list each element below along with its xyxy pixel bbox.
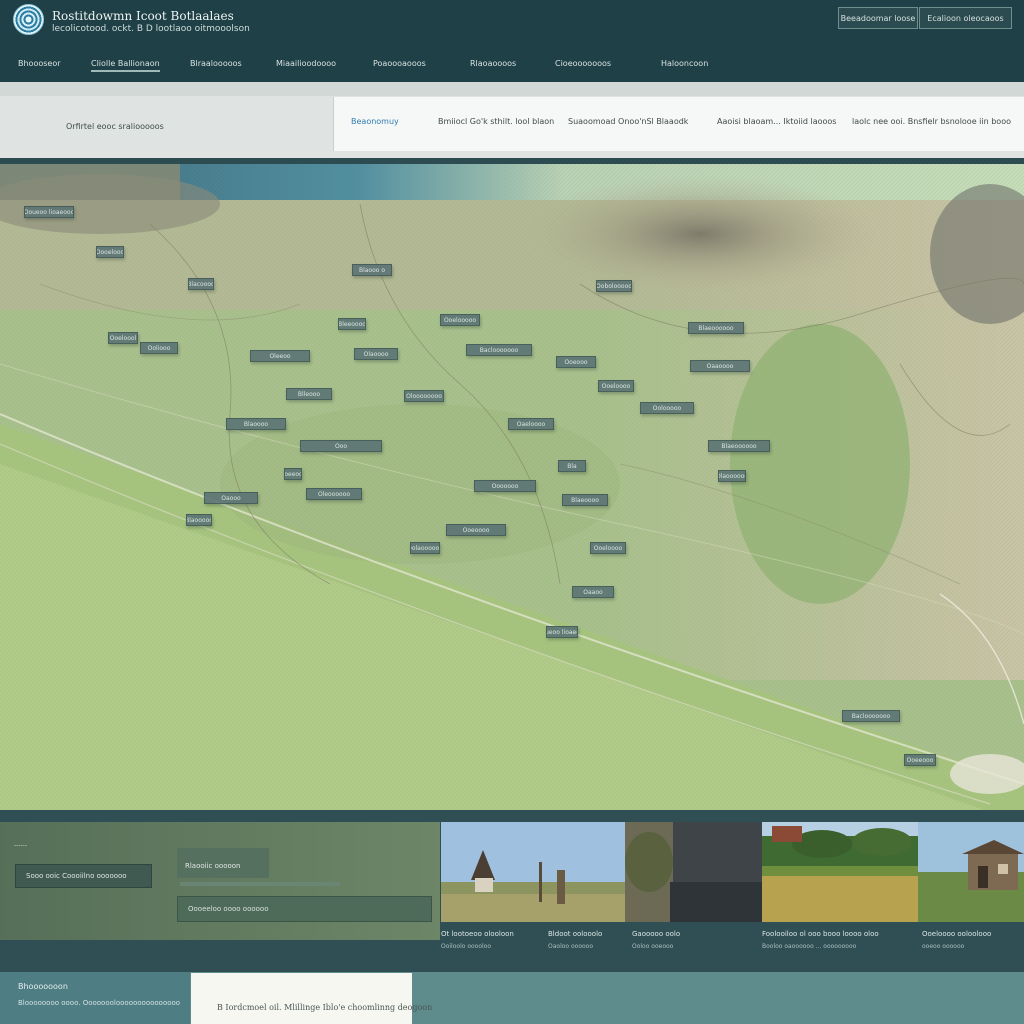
info-divider (180, 882, 340, 886)
site-header: Rostitdowmn Icoot Botlaalaes lecolicotoo… (0, 0, 1024, 82)
map-label-33[interactable]: Oolaoooooo (410, 542, 440, 554)
photo-subcaption-1: Oaoloo oooooo (548, 943, 594, 950)
church-photo-icon (441, 822, 625, 922)
map-label-27[interactable]: Oleoooooo (306, 488, 362, 500)
photo-caption-3: Foolooiloo ol ooo booo loooo oloo (762, 930, 879, 938)
footer-text: Bloooooooo oooo. Ooooooolooooooooooooooo (18, 999, 181, 1007)
map-label-23[interactable]: Ooeeooo (284, 468, 302, 480)
filter-tab-1[interactable]: Bmiiocl Go'k sthilt. lool blaon (438, 117, 554, 126)
map-label-5[interactable]: Ooeloool (108, 332, 138, 344)
footer-card[interactable]: B Iordcmoel oil. Mlillinge Iblo'e chooml… (191, 973, 432, 1024)
site-subtitle: lecolicotood. ockt. B D lootlaoo oitmooo… (52, 24, 250, 34)
house-photo-icon (918, 822, 1024, 922)
map-label-30[interactable]: Blaooooo (186, 514, 212, 526)
map-label-3[interactable]: Blaooo o (352, 264, 392, 276)
photo-subcaption-2: Ooloo ooeooo (632, 943, 674, 950)
nav-item-0[interactable]: Bhoooseor (18, 59, 61, 68)
map-label-6[interactable]: Ooliooo (140, 342, 178, 354)
photo-sky[interactable] (625, 822, 762, 922)
nav-item-6[interactable]: Cioeooooooos (555, 59, 611, 68)
photo-house[interactable] (918, 822, 1024, 922)
search-input[interactable]: Oooeeloo oooo oooooo (177, 896, 432, 922)
lower-panel: ------ Sooo ooic Coooiilno ooooooo Rlaoo… (0, 810, 1024, 972)
map-label-29[interactable]: Blaeoooo (562, 494, 608, 506)
filter-tab-0[interactable]: Beaonomuy (351, 117, 399, 126)
header-button-primary[interactable]: Beeadoomar loose (838, 7, 918, 29)
map-label-22[interactable]: Blaeoooooo (708, 440, 770, 452)
nav-item-3[interactable]: Miaailioodoooo (276, 59, 336, 68)
map-label-8[interactable]: Ooelooooo (440, 314, 480, 326)
nav-item-7[interactable]: Halooncoon (661, 59, 708, 68)
map-label-10[interactable]: Oleeoo (250, 350, 310, 362)
photo-church[interactable] (441, 822, 625, 922)
photo-village[interactable] (762, 822, 918, 922)
logo-icon[interactable] (13, 4, 44, 35)
map-label-9[interactable]: Blaeoooooo (688, 322, 744, 334)
map-label-12[interactable]: Baclooooooo (466, 344, 532, 356)
map-label-19[interactable]: Blaoooo (226, 418, 286, 430)
info-card[interactable]: Rlaooiic ooooon (177, 848, 269, 878)
map-label-4[interactable]: Oobolooooo (596, 280, 632, 292)
map-label-31[interactable]: Ooeoooo (446, 524, 506, 536)
map-label-15[interactable]: Blleooo (286, 388, 332, 400)
photo-caption-2: Gaooooo oolo (632, 930, 681, 938)
map-label-35[interactable]: Ooueoo lioaeooo (546, 626, 578, 638)
map-label-17[interactable]: Ooeloooo (598, 380, 634, 392)
map-label-18[interactable]: Oolooooo (640, 402, 694, 414)
map-label-34[interactable]: Oaaoo (572, 586, 614, 598)
photo-subcaption-4: ooeoo oooooo (922, 943, 965, 950)
footer-title: Bhooooooon (18, 982, 68, 991)
map-label-11[interactable]: Olaoooo (354, 348, 398, 360)
filter-caption: Orfirtel eooc sraliooooos (66, 122, 164, 131)
filter-tabs: Beaonomuy Bmiiocl Go'k sthilt. lool blao… (333, 97, 1024, 151)
filter-tab-3[interactable]: Aaoisi blaoam... Iktoiid laooos (717, 117, 836, 126)
header-button-secondary[interactable]: Ecalioon oleocaoos (919, 7, 1012, 29)
photo-caption-1: Bldoot oolooolo (548, 930, 603, 938)
photo-caption-0: Ot lootoeoo olooloon (441, 930, 514, 938)
map-label-28[interactable]: Oaooo (204, 492, 258, 504)
map-label-0[interactable]: Ooueoo lioaeooo (24, 206, 74, 218)
map-label-20[interactable]: Oaeloooo (508, 418, 554, 430)
page: Rostitdowmn Icoot Botlaalaes lecolicotoo… (0, 0, 1024, 1024)
map-label-21[interactable]: Ooo (300, 440, 382, 452)
filter-strip (0, 82, 1024, 96)
village-photo-icon (762, 822, 918, 922)
nav-item-1[interactable]: Cliolle Ballionaon (91, 59, 160, 72)
region-select[interactable]: Sooo ooic Coooiilno ooooooo (15, 864, 152, 888)
map-label-14[interactable]: Oaaoooo (690, 360, 750, 372)
filter-tab-2[interactable]: Suaoomoad Onoo'nSl Blaaodk (568, 117, 688, 126)
filter-tab-4[interactable]: laolc nee ooi. Bnsfielr bsnolooe iin boo… (852, 117, 1011, 126)
map-view[interactable]: Ooueoo lioaeooo Oooelooo Blacoooo Blaooo… (0, 164, 1024, 810)
map-label-36[interactable]: Baclooooooo (842, 710, 900, 722)
photo-subcaption-0: Ooiloolo ooooloo (441, 943, 492, 950)
map-label-26[interactable]: Ooooooo (474, 480, 536, 492)
lower-tag: ------ (14, 842, 27, 849)
map-label-13[interactable]: Ooeooo (556, 356, 596, 368)
map-label-25[interactable]: Olaoooooo (718, 470, 746, 482)
map-label-37[interactable]: Ooeeooo (904, 754, 936, 766)
nav-item-4[interactable]: Poaoooaooos (373, 59, 426, 68)
map-label-1[interactable]: Oooelooo (96, 246, 124, 258)
lower-controls: ------ Sooo ooic Coooiilno ooooooo Rlaoo… (0, 822, 440, 940)
footer-info: Bhooooooon Bloooooooo oooo. Oooooooloooo… (0, 972, 190, 1024)
site-title: Rostitdowmn Icoot Botlaalaes (52, 9, 234, 23)
map-label-32[interactable]: Ooeloooo (590, 542, 626, 554)
photo-subcaption-3: Booloo oaoooooo ... ooooooooo (762, 943, 857, 950)
map-label-24[interactable]: Bla (558, 460, 586, 472)
main-nav: Bhoooseor Cliolle Ballionaon Blraalooooo… (0, 56, 1024, 76)
photo-caption-4: Ooeloooo ooloolooo (922, 930, 992, 938)
map-label-2[interactable]: Blacoooo (188, 278, 214, 290)
site-footer: Bhooooooon Bloooooooo oooo. Oooooooloooo… (0, 972, 1024, 1024)
sky-photo-icon (625, 822, 762, 922)
map-label-16[interactable]: Oloooooooo (404, 390, 444, 402)
nav-item-2[interactable]: Blraalooooos (190, 59, 242, 68)
map-label-7[interactable]: Bleeoooo (338, 318, 366, 330)
nav-item-5[interactable]: Rlaoaoooos (470, 59, 516, 68)
